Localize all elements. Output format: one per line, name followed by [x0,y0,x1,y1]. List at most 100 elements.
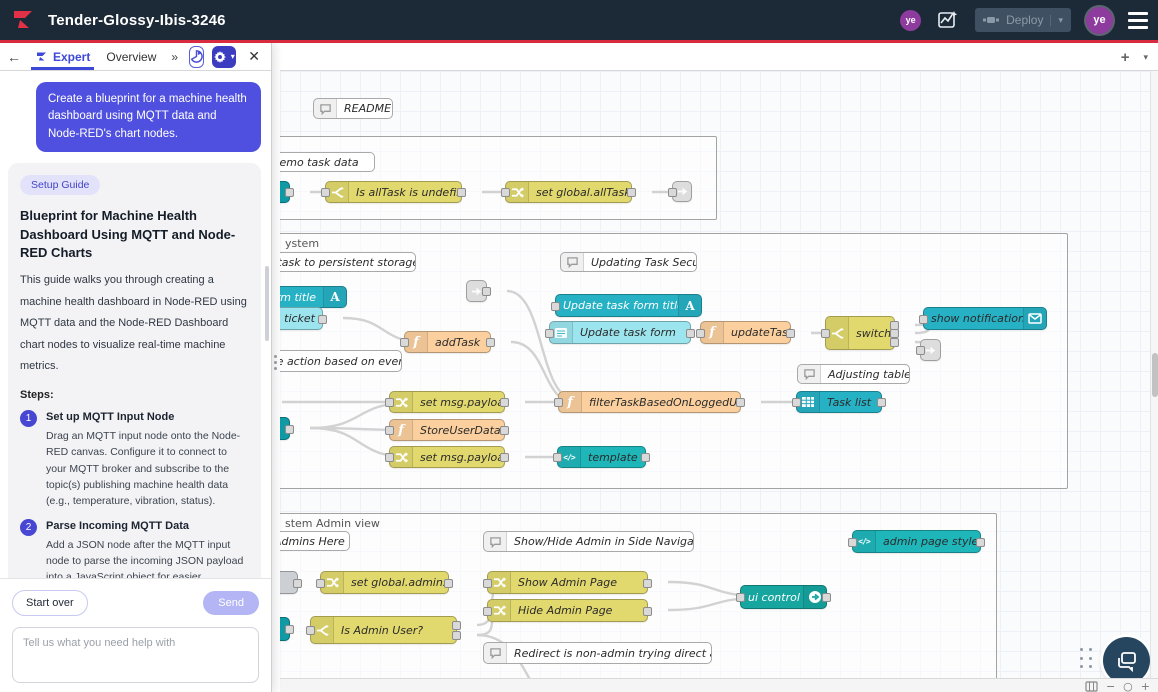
input-port[interactable] [919,315,928,324]
function-filtertask[interactable]: ffilterTaskBasedOnLoggedUser [558,391,741,413]
change-set-global-alltask[interactable]: set global.allTask [505,181,632,203]
zoom-reset-button[interactable]: ○ [1123,681,1133,692]
link-out-1[interactable] [672,181,692,202]
more-tabs-chevrons[interactable]: » [168,50,181,64]
stub-hub-2[interactable] [280,417,290,440]
stub-inject-1[interactable] [280,181,290,203]
input-port[interactable] [736,593,745,602]
add-flow-button[interactable]: + [1121,49,1130,66]
link-node-2[interactable] [466,280,487,302]
output-port[interactable] [877,398,886,407]
form-update-task-form[interactable]: Update task form [549,321,691,344]
minimap-icon[interactable] [1085,681,1098,692]
output-port[interactable] [457,188,466,197]
ui-control[interactable]: ui control [740,585,827,609]
output-port[interactable] [452,631,461,640]
assistant-conversation[interactable]: Create a blueprint for a machine health … [0,71,271,578]
function-addtask[interactable]: faddTask [404,331,491,353]
switch-is-admin-user[interactable]: Is Admin User? [310,616,457,644]
input-port[interactable] [916,346,925,355]
switch-switch[interactable]: switch [825,316,895,350]
help-input[interactable] [12,627,259,683]
input-port[interactable] [551,302,560,311]
avatar-small[interactable]: ye [900,10,921,31]
avatar-large[interactable]: ye [1086,7,1113,34]
ui-show-notification[interactable]: show notification [923,307,1047,330]
send-button[interactable]: Send [203,591,259,615]
ui-text-form-title-stub[interactable]: Update task form titleA [280,286,347,308]
output-port[interactable] [444,579,453,588]
change-set-msg-payload-2[interactable]: set msg.payload [389,446,505,468]
change-hide-admin-page[interactable]: Hide Admin Page [487,599,648,622]
input-port[interactable] [696,329,705,338]
deploy-chevron-icon[interactable]: ▾ [1050,15,1063,26]
output-port[interactable] [627,188,636,197]
ai-canvas-icon[interactable] [936,8,960,32]
output-port[interactable] [482,287,491,296]
drag-grip-icon[interactable] [1080,648,1094,670]
output-port[interactable] [976,538,985,547]
input-port[interactable] [385,426,394,435]
ui-text-update-task-form-title[interactable]: Update task form titleA [555,294,702,317]
comment-updating-task-securely[interactable]: Updating Task Securely [560,252,697,272]
scrollbar-thumb[interactable] [1152,353,1158,397]
output-port[interactable] [452,621,461,630]
comment-redirect-non-admin[interactable]: Redirect is non-admin trying direct acce… [483,642,712,664]
comment-show-hide-admin[interactable]: Show/Hide Admin in Side Navigation [483,531,694,552]
output-port[interactable] [643,579,652,588]
input-port[interactable] [848,538,857,547]
canvas-vertical-scrollbar[interactable] [1150,71,1158,678]
output-port[interactable] [500,426,509,435]
stub-gray-3[interactable] [280,571,298,594]
comment-demo-task-data[interactable]: Demo task data [280,152,375,172]
input-port[interactable] [316,579,325,588]
input-port[interactable] [400,338,409,347]
input-port[interactable] [668,188,677,197]
output-port[interactable] [500,453,509,462]
output-port[interactable] [822,593,831,602]
flow-canvas[interactable]: ystemstem Admin viewREADMEDemo task data… [280,71,1150,678]
close-panel-button[interactable]: ✕ [244,48,264,65]
output-port[interactable] [285,188,294,197]
function-updatetask[interactable]: fupdateTask [700,321,791,344]
zoom-in-button[interactable]: + [1141,681,1150,692]
change-set-msg-payload-1[interactable]: set msg.payload [389,391,505,413]
function-storeuserdata[interactable]: fStoreUserData [389,419,505,441]
input-port[interactable] [545,329,554,338]
output-port[interactable] [786,329,795,338]
panel-scrollbar-thumb[interactable] [265,266,269,341]
input-port[interactable] [554,398,563,407]
input-port[interactable] [385,453,394,462]
input-port[interactable] [306,626,315,635]
comment-readme[interactable]: README [313,98,393,119]
comment-admins-here[interactable]: Add Admins Here [280,531,350,551]
input-port[interactable] [483,579,492,588]
group-demo-task-data[interactable] [280,136,717,220]
deploy-button[interactable]: Deploy ▾ [975,8,1071,32]
input-port[interactable] [821,329,830,338]
input-port[interactable] [553,453,562,462]
template-admin-page-style[interactable]: </>admin page style [852,530,981,553]
output-port[interactable] [641,453,650,462]
settings-dropdown-button[interactable]: ▾ [212,46,236,68]
output-port[interactable] [500,398,509,407]
comment-action-based-on-event[interactable]: Take action based on event [280,350,402,372]
comment-save-task-storage[interactable]: Save task to persistent storage [280,252,416,272]
panel-resize-gutter[interactable] [272,43,280,692]
switch-is-alltask-undefined[interactable]: Is allTask is undefined [325,181,462,203]
form-ticket-stub[interactable]: ticket [280,307,323,330]
change-show-admin-page[interactable]: Show Admin Page [487,571,648,594]
tab-overview[interactable]: Overview [102,43,160,70]
output-port[interactable] [890,329,899,338]
input-port[interactable] [321,188,330,197]
input-port[interactable] [501,188,510,197]
tab-expert[interactable]: Expert [31,43,94,70]
ui-table-task-list[interactable]: Task list [796,391,882,413]
output-port[interactable] [486,338,495,347]
stub-inject-3[interactable] [280,617,290,641]
template-template[interactable]: </>template [557,446,646,468]
link-out-3[interactable] [920,339,941,361]
start-over-button[interactable]: Start over [12,590,88,616]
output-port[interactable] [643,607,652,616]
output-port[interactable] [318,315,327,324]
